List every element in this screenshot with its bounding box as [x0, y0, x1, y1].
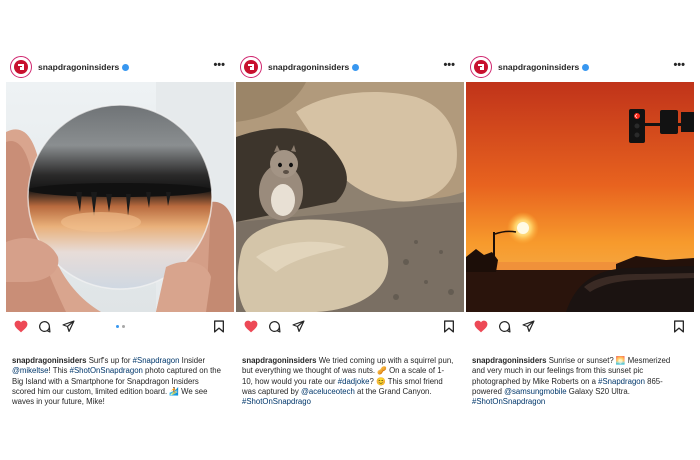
like-heart-icon[interactable]: [14, 320, 28, 333]
post-caption: snapdragoninsiders We tried coming up wi…: [242, 356, 454, 407]
verified-badge-icon: [122, 63, 130, 71]
post-card-2: snapdragoninsiders ••• snapdragoninsider…: [236, 52, 464, 406]
action-bar: [236, 312, 463, 340]
post-card-1: snapdragoninsiders ••• snapdragoninsider…: [6, 52, 234, 406]
post-header: snapdragoninsiders •••: [236, 52, 463, 82]
like-heart-icon[interactable]: [244, 320, 258, 333]
avatar[interactable]: [470, 56, 492, 78]
share-icon[interactable]: [62, 320, 75, 333]
action-bar: [466, 312, 693, 340]
mention-link[interactable]: @mikeltse: [12, 366, 49, 375]
caption-text: Galaxy S20 Ultra.: [566, 386, 630, 396]
post-header: snapdragoninsiders •••: [466, 52, 693, 82]
mention-link[interactable]: @aceluceotech: [301, 387, 355, 396]
action-bar: [6, 312, 233, 340]
caption-username[interactable]: snapdragoninsiders: [472, 356, 547, 365]
username[interactable]: snapdragoninsiders: [498, 62, 579, 72]
save-bookmark-icon[interactable]: [443, 320, 455, 333]
avatar[interactable]: [10, 56, 32, 78]
like-heart-icon[interactable]: [474, 320, 488, 333]
post-photo-sunset[interactable]: [466, 82, 694, 312]
verified-badge-icon: [582, 63, 590, 71]
snapdragon-logo-icon: [14, 60, 28, 74]
comment-icon[interactable]: [268, 320, 281, 333]
hashtag-link[interactable]: #dadjoke: [338, 377, 370, 386]
post-card-3: snapdragoninsiders ••• snapdragoninsider…: [466, 52, 694, 406]
more-options-icon[interactable]: •••: [213, 59, 225, 71]
hashtag-link[interactable]: #ShotOnSnapdragon: [472, 397, 545, 406]
share-icon[interactable]: [522, 320, 535, 333]
mention-link[interactable]: @samsungmobile: [504, 387, 567, 396]
more-options-icon[interactable]: •••: [443, 59, 455, 71]
comment-icon[interactable]: [38, 320, 51, 333]
comment-icon[interactable]: [498, 320, 511, 333]
hashtag-link[interactable]: #Snapdragon: [598, 377, 645, 386]
share-icon[interactable]: [292, 320, 305, 333]
post-header: snapdragoninsiders •••: [6, 52, 233, 82]
hashtag-link[interactable]: #Snapdragon: [133, 356, 180, 365]
carousel-dot-active: [116, 325, 119, 328]
snapdragon-logo-icon: [474, 60, 488, 74]
carousel-indicator: [116, 325, 125, 328]
username[interactable]: snapdragoninsiders: [38, 62, 119, 72]
snapdragon-logo-icon: [244, 60, 258, 74]
more-options-icon[interactable]: •••: [673, 59, 685, 71]
hashtag-link[interactable]: #ShotOnSnapdragon: [70, 366, 143, 375]
caption-text: ! This: [48, 366, 70, 376]
hashtag-link[interactable]: #ShotOnSnapdrago: [242, 397, 311, 406]
post-photo-squirrel[interactable]: [236, 82, 464, 312]
caption-username[interactable]: snapdragoninsiders: [12, 356, 87, 365]
avatar[interactable]: [240, 56, 262, 78]
post-caption: snapdragoninsiders Sunrise or sunset? 🌅 …: [472, 356, 684, 407]
caption-text: Surf's up for: [86, 356, 133, 365]
caption-username[interactable]: snapdragoninsiders: [242, 356, 317, 365]
username[interactable]: snapdragoninsiders: [268, 62, 349, 72]
caption-text: Insider: [179, 356, 206, 365]
post-photo-crystal-ball[interactable]: [6, 82, 234, 312]
save-bookmark-icon[interactable]: [673, 320, 685, 333]
caption-text: at the Grand Canyon.: [354, 386, 432, 396]
verified-badge-icon: [352, 63, 360, 71]
carousel-dot: [122, 325, 125, 328]
post-caption: snapdragoninsiders Surf's up for #Snapdr…: [12, 356, 224, 407]
save-bookmark-icon[interactable]: [213, 320, 225, 333]
